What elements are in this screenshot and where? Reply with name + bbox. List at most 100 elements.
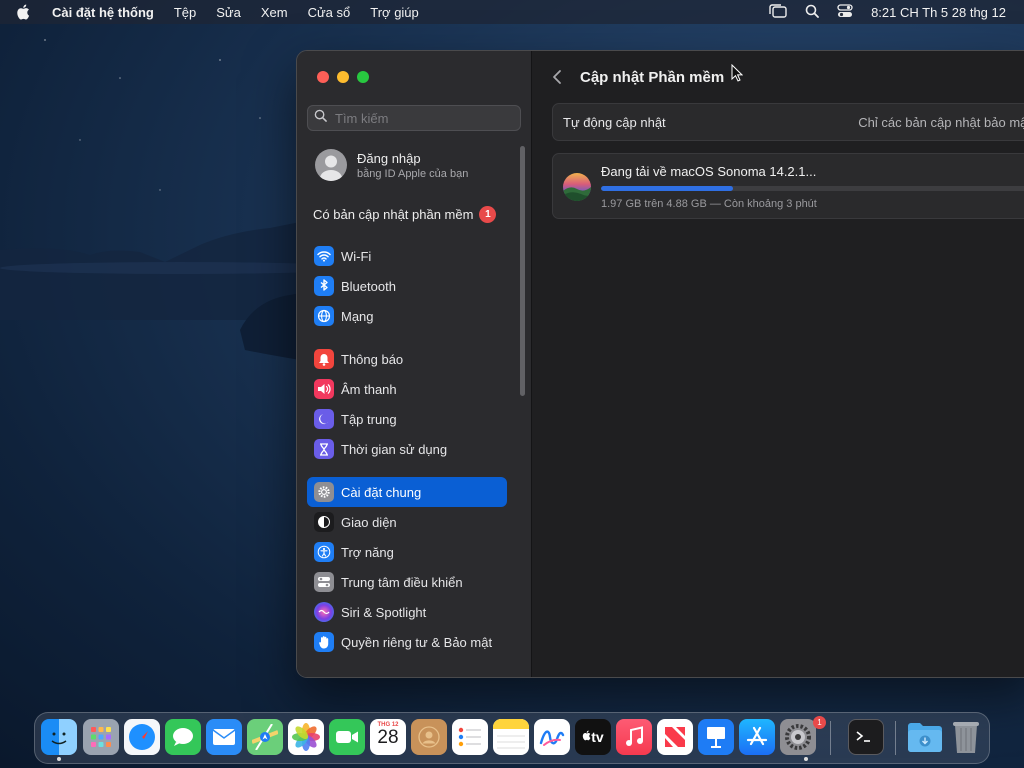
dock-keynote[interactable] bbox=[698, 719, 734, 755]
dock-maps[interactable] bbox=[247, 719, 283, 755]
siri-icon bbox=[314, 602, 334, 622]
control-center-icon[interactable] bbox=[837, 3, 853, 21]
sidebar-group-network: Wi‑Fi Bluetooth Mạng bbox=[307, 241, 507, 331]
running-indicator bbox=[804, 757, 808, 761]
close-button[interactable] bbox=[317, 71, 329, 83]
sidebar-item-appearance[interactable]: Giao diện bbox=[307, 507, 507, 537]
sidebar-group-notifications: Thông báo Âm thanh Tập trung Thời gian s… bbox=[307, 344, 507, 464]
sidebar-item-bluetooth[interactable]: Bluetooth bbox=[307, 271, 507, 301]
dock-notes[interactable] bbox=[493, 719, 529, 755]
appearance-icon bbox=[314, 512, 334, 532]
dock-facetime[interactable] bbox=[329, 719, 365, 755]
menu-help[interactable]: Trợ giúp bbox=[370, 5, 419, 20]
dock-tv[interactable]: tv bbox=[575, 719, 611, 755]
download-card: Đang tải về macOS Sonoma 14.2.1... 1.97 … bbox=[552, 153, 1024, 219]
dock-launchpad[interactable] bbox=[83, 719, 119, 755]
apple-logo-icon bbox=[582, 730, 591, 744]
globe-icon bbox=[314, 306, 334, 326]
search-icon[interactable] bbox=[805, 4, 819, 21]
hourglass-icon bbox=[314, 439, 334, 459]
dock-contacts[interactable] bbox=[411, 719, 447, 755]
automatic-updates-row[interactable]: Tự động cập nhật Chỉ các bản cập nhật bả… bbox=[552, 103, 1024, 141]
sidebar-item-label: Mạng bbox=[341, 308, 374, 324]
dock: THG 12 28 tv 1 bbox=[34, 712, 990, 764]
accessibility-icon bbox=[314, 542, 334, 562]
dock-terminal[interactable] bbox=[848, 719, 884, 755]
sidebar-item-notifications[interactable]: Thông báo bbox=[307, 344, 507, 374]
sidebar-item-focus[interactable]: Tập trung bbox=[307, 404, 507, 434]
stage-manager-icon[interactable] bbox=[769, 3, 787, 21]
sidebar-item-siri-spotlight[interactable]: Siri & Spotlight bbox=[307, 597, 507, 627]
signin-subtitle: bằng ID Apple của bạn bbox=[357, 167, 469, 180]
dock-trash[interactable] bbox=[948, 719, 984, 755]
wifi-icon bbox=[314, 246, 334, 266]
automatic-updates-value: Chỉ các bản cập nhật bảo mật bbox=[858, 114, 1024, 130]
software-update-available[interactable]: Có bản cập nhật phần mềm 1 bbox=[313, 206, 497, 223]
dock-downloads-folder[interactable] bbox=[907, 719, 943, 755]
menu-clock[interactable]: 8:21 CH Th 5 28 thg 12 bbox=[871, 5, 1006, 20]
sidebar-item-network[interactable]: Mạng bbox=[307, 301, 507, 331]
dock-finder[interactable] bbox=[41, 719, 77, 755]
zoom-button[interactable] bbox=[357, 71, 369, 83]
sidebar-item-label: Trung tâm điều khiển bbox=[341, 574, 463, 590]
sidebar-group-general: Cài đặt chung Giao diện Trợ năng Trung t… bbox=[307, 477, 507, 657]
download-progress-bar bbox=[601, 186, 1024, 191]
macos-sonoma-icon bbox=[563, 173, 591, 201]
update-badge: 1 bbox=[479, 206, 497, 223]
chevron-left-icon[interactable] bbox=[552, 67, 568, 87]
dock-freeform[interactable] bbox=[534, 719, 570, 755]
sidebar-item-label: Trợ năng bbox=[341, 544, 394, 560]
running-indicator bbox=[57, 757, 61, 761]
download-status: 1.97 GB trên 4.88 GB — Còn khoảng 3 phút bbox=[601, 198, 817, 210]
sidebar-scrollbar[interactable] bbox=[520, 146, 525, 396]
dock-photos[interactable] bbox=[288, 719, 324, 755]
sidebar-item-label: Quyền riêng tư & Bảo mật bbox=[341, 634, 493, 650]
automatic-updates-label: Tự động cập nhật bbox=[563, 114, 666, 130]
menu-edit[interactable]: Sửa bbox=[216, 5, 241, 20]
dock-system-settings[interactable] bbox=[780, 719, 816, 755]
bell-icon bbox=[314, 349, 334, 369]
sidebar-item-label: Bluetooth bbox=[341, 278, 396, 294]
dock-mail[interactable] bbox=[206, 719, 242, 755]
sidebar-item-accessibility[interactable]: Trợ năng bbox=[307, 537, 507, 567]
menu-file[interactable]: Tệp bbox=[174, 5, 196, 20]
sidebar-item-label: Wi‑Fi bbox=[341, 248, 372, 264]
content-pane: Cập nhật Phần mềm Tự động cập nhật Chỉ c… bbox=[532, 51, 1024, 677]
menu-view[interactable]: Xem bbox=[261, 5, 288, 20]
search-input[interactable] bbox=[333, 109, 517, 127]
sidebar-item-wifi[interactable]: Wi‑Fi bbox=[307, 241, 507, 271]
dock-app-store[interactable] bbox=[739, 719, 775, 755]
sidebar-item-label: Âm thanh bbox=[341, 381, 397, 397]
sidebar-item-screen-time[interactable]: Thời gian sử dụng bbox=[307, 434, 507, 464]
search-field bbox=[307, 105, 521, 131]
sidebar-item-label: Thông báo bbox=[341, 351, 404, 367]
dock-news[interactable] bbox=[657, 719, 693, 755]
settings-window: Đăng nhập bằng ID Apple của bạn Có bản c… bbox=[296, 50, 1024, 678]
speaker-icon bbox=[314, 379, 334, 399]
minimize-button[interactable] bbox=[337, 71, 349, 83]
menu-app-name[interactable]: Cài đặt hệ thống bbox=[52, 5, 154, 20]
apple-id-signin[interactable]: Đăng nhập bằng ID Apple của bạn bbox=[315, 149, 468, 181]
menu-bar: Cài đặt hệ thống Tệp Sửa Xem Cửa sổ Trợ … bbox=[0, 0, 1024, 24]
apple-menu-icon[interactable] bbox=[16, 4, 34, 20]
window-controls bbox=[317, 71, 369, 83]
sidebar-item-privacy-security[interactable]: Quyền riêng tư & Bảo mật bbox=[307, 627, 507, 657]
sidebar-item-control-center[interactable]: Trung tâm điều khiển bbox=[307, 567, 507, 597]
sidebar-item-label: Siri & Spotlight bbox=[341, 604, 427, 620]
dock-reminders[interactable] bbox=[452, 719, 488, 755]
gear-icon bbox=[314, 482, 334, 502]
sidebar-item-general[interactable]: Cài đặt chung bbox=[307, 477, 507, 507]
menu-window[interactable]: Cửa sổ bbox=[308, 5, 351, 20]
dock-music[interactable] bbox=[616, 719, 652, 755]
download-progress-fill bbox=[601, 186, 733, 191]
download-title: Đang tải về macOS Sonoma 14.2.1... bbox=[601, 164, 817, 179]
dock-calendar[interactable]: THG 12 28 bbox=[370, 719, 406, 755]
bluetooth-icon bbox=[314, 276, 334, 296]
sidebar-item-label: Giao diện bbox=[341, 514, 397, 530]
dock-messages[interactable] bbox=[165, 719, 201, 755]
sidebar: Đăng nhập bằng ID Apple của bạn Có bản c… bbox=[297, 51, 532, 677]
page-title: Cập nhật Phần mềm bbox=[580, 68, 725, 86]
dock-safari[interactable] bbox=[124, 719, 160, 755]
sidebar-item-sound[interactable]: Âm thanh bbox=[307, 374, 507, 404]
search-icon bbox=[314, 109, 327, 127]
